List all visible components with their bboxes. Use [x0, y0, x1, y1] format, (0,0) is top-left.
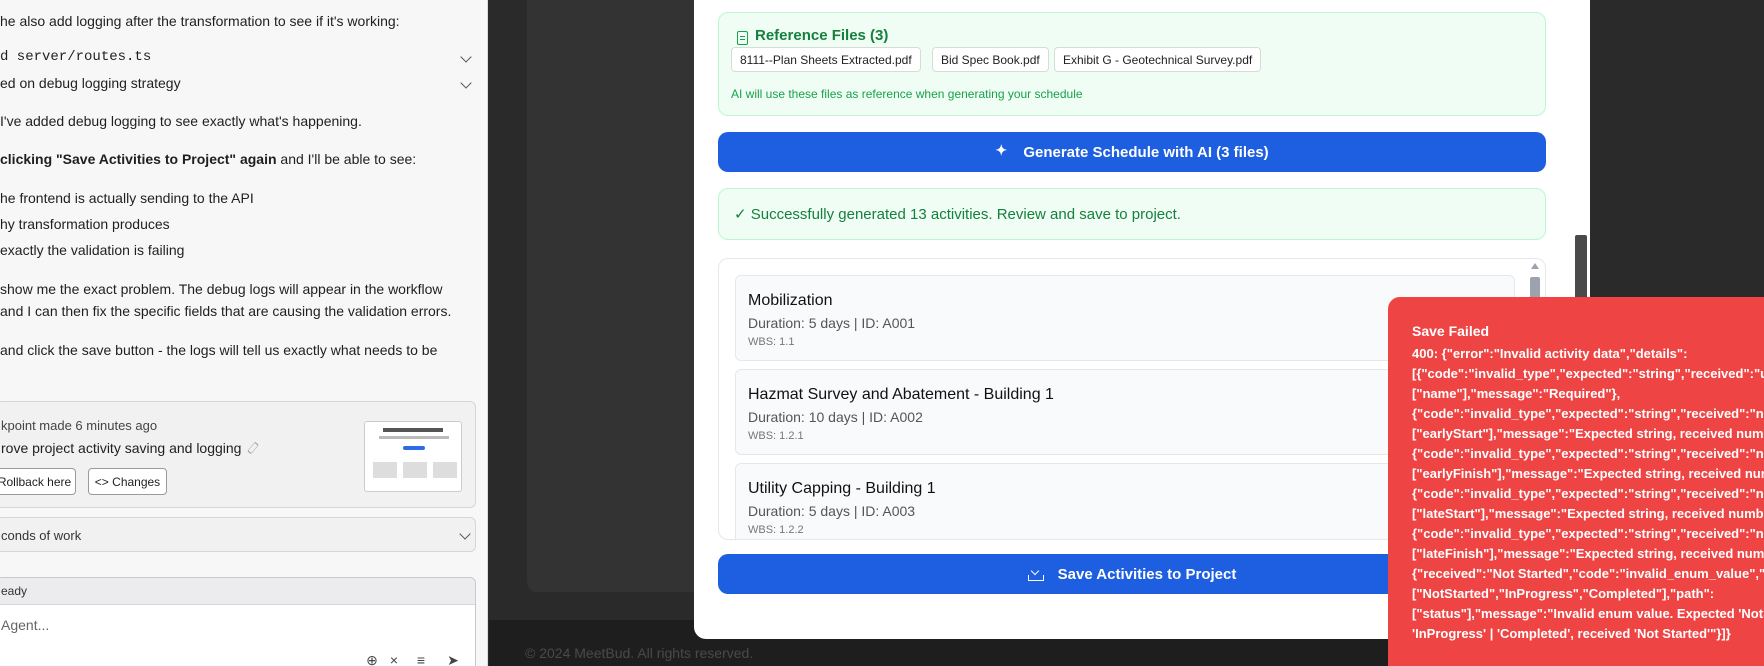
toast-message-line: ["earlyFinish"],"message":"Expected stri… [1412, 466, 1764, 481]
reference-file-chip[interactable]: Exhibit G - Geotechnical Survey.pdf [1054, 47, 1262, 72]
toast-message-line: ["lateStart"],"message":"Expected string… [1412, 506, 1764, 521]
activity-name: Hazmat Survey and Abatement - Building 1 [748, 386, 1054, 403]
footer-copyright: © 2024 MeetBud. All rights reserved. [525, 645, 754, 661]
toast-title: Save Failed [1412, 323, 1490, 339]
close-icon[interactable]: × [385, 652, 403, 666]
chat-message-text: clicking "Save Activities to Project" ag… [0, 151, 416, 167]
activity-duration: Duration: 5 days | ID: A003 [748, 503, 916, 519]
activity-name: Mobilization [748, 292, 833, 309]
changes-button[interactable]: <> Changes [88, 468, 167, 495]
reference-file-chip[interactable]: 8111--Plan Sheets Extracted.pdf [731, 47, 921, 72]
activity-wbs: WBS: 1.2.2 [748, 524, 804, 536]
globe-icon[interactable]: ⊕ [363, 652, 381, 666]
list-item: hy transformation produces [0, 216, 170, 232]
bold-text: clicking "Save Activities to Project" ag… [0, 151, 277, 167]
toast-message-line: 400: {"error":"Invalid activity data","d… [1412, 346, 1688, 361]
save-activities-label: Save Activities to Project [1057, 565, 1237, 583]
success-banner: ✓ Successfully generated 13 activities. … [718, 188, 1546, 240]
list-item: he frontend is actually sending to the A… [0, 190, 254, 206]
toast-message-line: {"received":"Not Started","code":"invali… [1412, 566, 1764, 581]
sliders-icon[interactable]: ≡ [412, 652, 430, 666]
toast-message-line: {"code":"invalid_type","expected":"strin… [1412, 486, 1764, 501]
collapsible-label: ed on debug logging strategy [0, 75, 181, 91]
checkpoint-card: kpoint made 6 minutes ago rove project a… [0, 401, 476, 508]
activity-duration: Duration: 5 days | ID: A001 [748, 315, 916, 331]
checkpoint-title-text: rove project activity saving and logging [1, 440, 242, 456]
generate-schedule-button[interactable]: Generate Schedule with AI (3 files) [718, 132, 1546, 172]
chat-message-text: and I can then fix the specific fields t… [0, 303, 452, 319]
toast-message-line: ["earlyStart"],"message":"Expected strin… [1412, 426, 1764, 441]
checkpoint-meta: kpoint made 6 minutes ago [1, 418, 158, 433]
activity-wbs: WBS: 1.1 [748, 336, 795, 348]
work-duration-collapsible[interactable]: conds of work [0, 517, 476, 552]
success-message: ✓ Successfully generated 13 activities. … [734, 206, 1181, 223]
checkpoint-preview-thumbnail[interactable] [364, 421, 462, 492]
toast-message-line: ["NotStarted","InProgress","Completed"],… [1412, 586, 1715, 601]
activity-duration: Duration: 10 days | ID: A002 [748, 409, 923, 425]
scroll-up-arrow-icon[interactable] [1531, 263, 1539, 269]
toast-message-line: ["status"],"message":"Invalid enum value… [1412, 606, 1764, 621]
reference-files-note: AI will use these files as reference whe… [731, 87, 1083, 101]
activity-wbs: WBS: 1.2.1 [748, 430, 804, 442]
activity-name: Utility Capping - Building 1 [748, 480, 936, 497]
sparkle-icon [995, 142, 1011, 160]
generate-schedule-label: Generate Schedule with AI (3 files) [1023, 143, 1269, 161]
chat-message-text: he also add logging after the transforma… [0, 13, 400, 29]
agent-chat-panel: he also add logging after the transforma… [0, 0, 488, 666]
agent-input-box[interactable]: eady Agent... ⊕ × ≡ ➤ [0, 577, 476, 666]
work-duration-label: conds of work [1, 528, 82, 543]
chevron-down-icon[interactable] [459, 528, 471, 540]
chat-text-span: and I'll be able to see: [276, 151, 417, 167]
chat-message-text: show me the exact problem. The debug log… [0, 281, 443, 297]
toast-message-line: {"code":"invalid_type","expected":"strin… [1412, 526, 1764, 541]
reference-files-panel: Reference Files (3) 8111--Plan Sheets Ex… [718, 12, 1546, 116]
checkpoint-title: rove project activity saving and logging [1, 440, 260, 456]
document-icon [737, 31, 748, 45]
reference-file-chip[interactable]: Bid Spec Book.pdf [932, 47, 1049, 72]
pencil-icon[interactable] [247, 441, 260, 455]
chat-message-text: and click the save button - the logs wil… [0, 342, 438, 358]
rollback-button[interactable]: Rollback here [0, 468, 76, 495]
toast-message-line: ["lateFinish"],"message":"Expected strin… [1412, 546, 1764, 561]
toast-message-line: {"code":"invalid_type","expected":"strin… [1412, 406, 1764, 421]
strategy-collapsible[interactable]: ed on debug logging strategy [0, 70, 476, 98]
reference-files-title: Reference Files (3) [755, 27, 889, 44]
toast-message-line: ["name"],"message":"Required"}, [1412, 386, 1621, 401]
chevron-down-icon[interactable] [460, 51, 472, 63]
toast-message-line: 'InProgress' | 'Completed', received 'No… [1412, 626, 1731, 641]
collapsible-label: d server/routes.ts [0, 49, 152, 65]
toast-message-line: {"code":"invalid_type","expected":"strin… [1412, 446, 1764, 461]
error-toast: Save Failed 400: {"error":"Invalid activ… [1388, 297, 1764, 666]
file-edit-collapsible[interactable]: d server/routes.ts [0, 44, 476, 72]
download-icon [1027, 567, 1044, 581]
agent-input-placeholder[interactable]: Agent... [1, 617, 49, 633]
chevron-down-icon[interactable] [460, 77, 472, 89]
send-icon[interactable]: ➤ [444, 652, 462, 666]
list-item: exactly the validation is failing [0, 242, 185, 258]
toast-message-line: [{"code":"invalid_type","expected":"stri… [1412, 366, 1764, 381]
chat-message-text: I've added debug logging to see exactly … [0, 113, 362, 129]
agent-status: eady [0, 578, 475, 605]
